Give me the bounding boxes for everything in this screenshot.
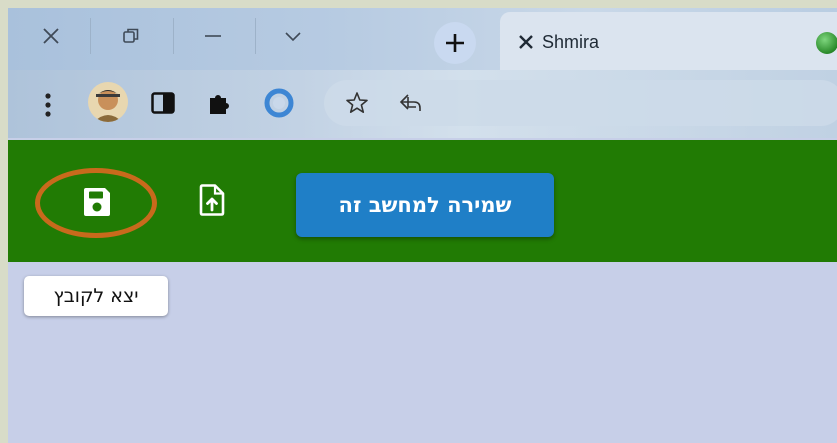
app-header: שמירה למחשב זה	[8, 140, 837, 262]
puzzle-icon[interactable]	[206, 90, 232, 116]
plus-icon	[446, 34, 464, 52]
floppy-disk-icon[interactable]	[82, 186, 112, 218]
tab-title: Shmira	[542, 32, 600, 52]
close-icon[interactable]	[518, 34, 534, 50]
divider	[173, 18, 174, 54]
sidebar-icon[interactable]	[151, 92, 175, 114]
divider	[255, 18, 256, 54]
tab-shmira[interactable]: Shmira	[500, 12, 837, 76]
window-close-button[interactable]	[16, 14, 86, 58]
minimize-icon	[205, 35, 221, 37]
avatar[interactable]	[88, 82, 128, 122]
browser-toolbar	[8, 70, 837, 138]
star-icon[interactable]	[345, 91, 369, 115]
more-vert-icon[interactable]	[44, 92, 52, 118]
share-icon[interactable]	[398, 91, 424, 115]
edge-icon[interactable]	[264, 88, 294, 118]
window-minimize-button[interactable]	[178, 14, 248, 58]
tab-strip: Shmira	[8, 8, 837, 76]
tab-search-button[interactable]	[258, 14, 328, 58]
export-to-file-tooltip: יצא לקובץ	[24, 276, 168, 316]
save-to-this-computer-button[interactable]: שמירה למחשב זה	[296, 173, 554, 237]
browser-window: Shmira שמירה למחשב זה יצא לקובץ	[8, 8, 837, 443]
close-icon	[43, 28, 59, 44]
divider	[90, 18, 91, 54]
new-tab-button[interactable]	[434, 22, 476, 64]
window-restore-button[interactable]	[96, 14, 166, 58]
shield-icon	[816, 32, 837, 54]
file-upload-icon[interactable]	[199, 184, 225, 216]
restore-icon	[123, 28, 139, 43]
chevron-down-icon	[285, 32, 301, 42]
